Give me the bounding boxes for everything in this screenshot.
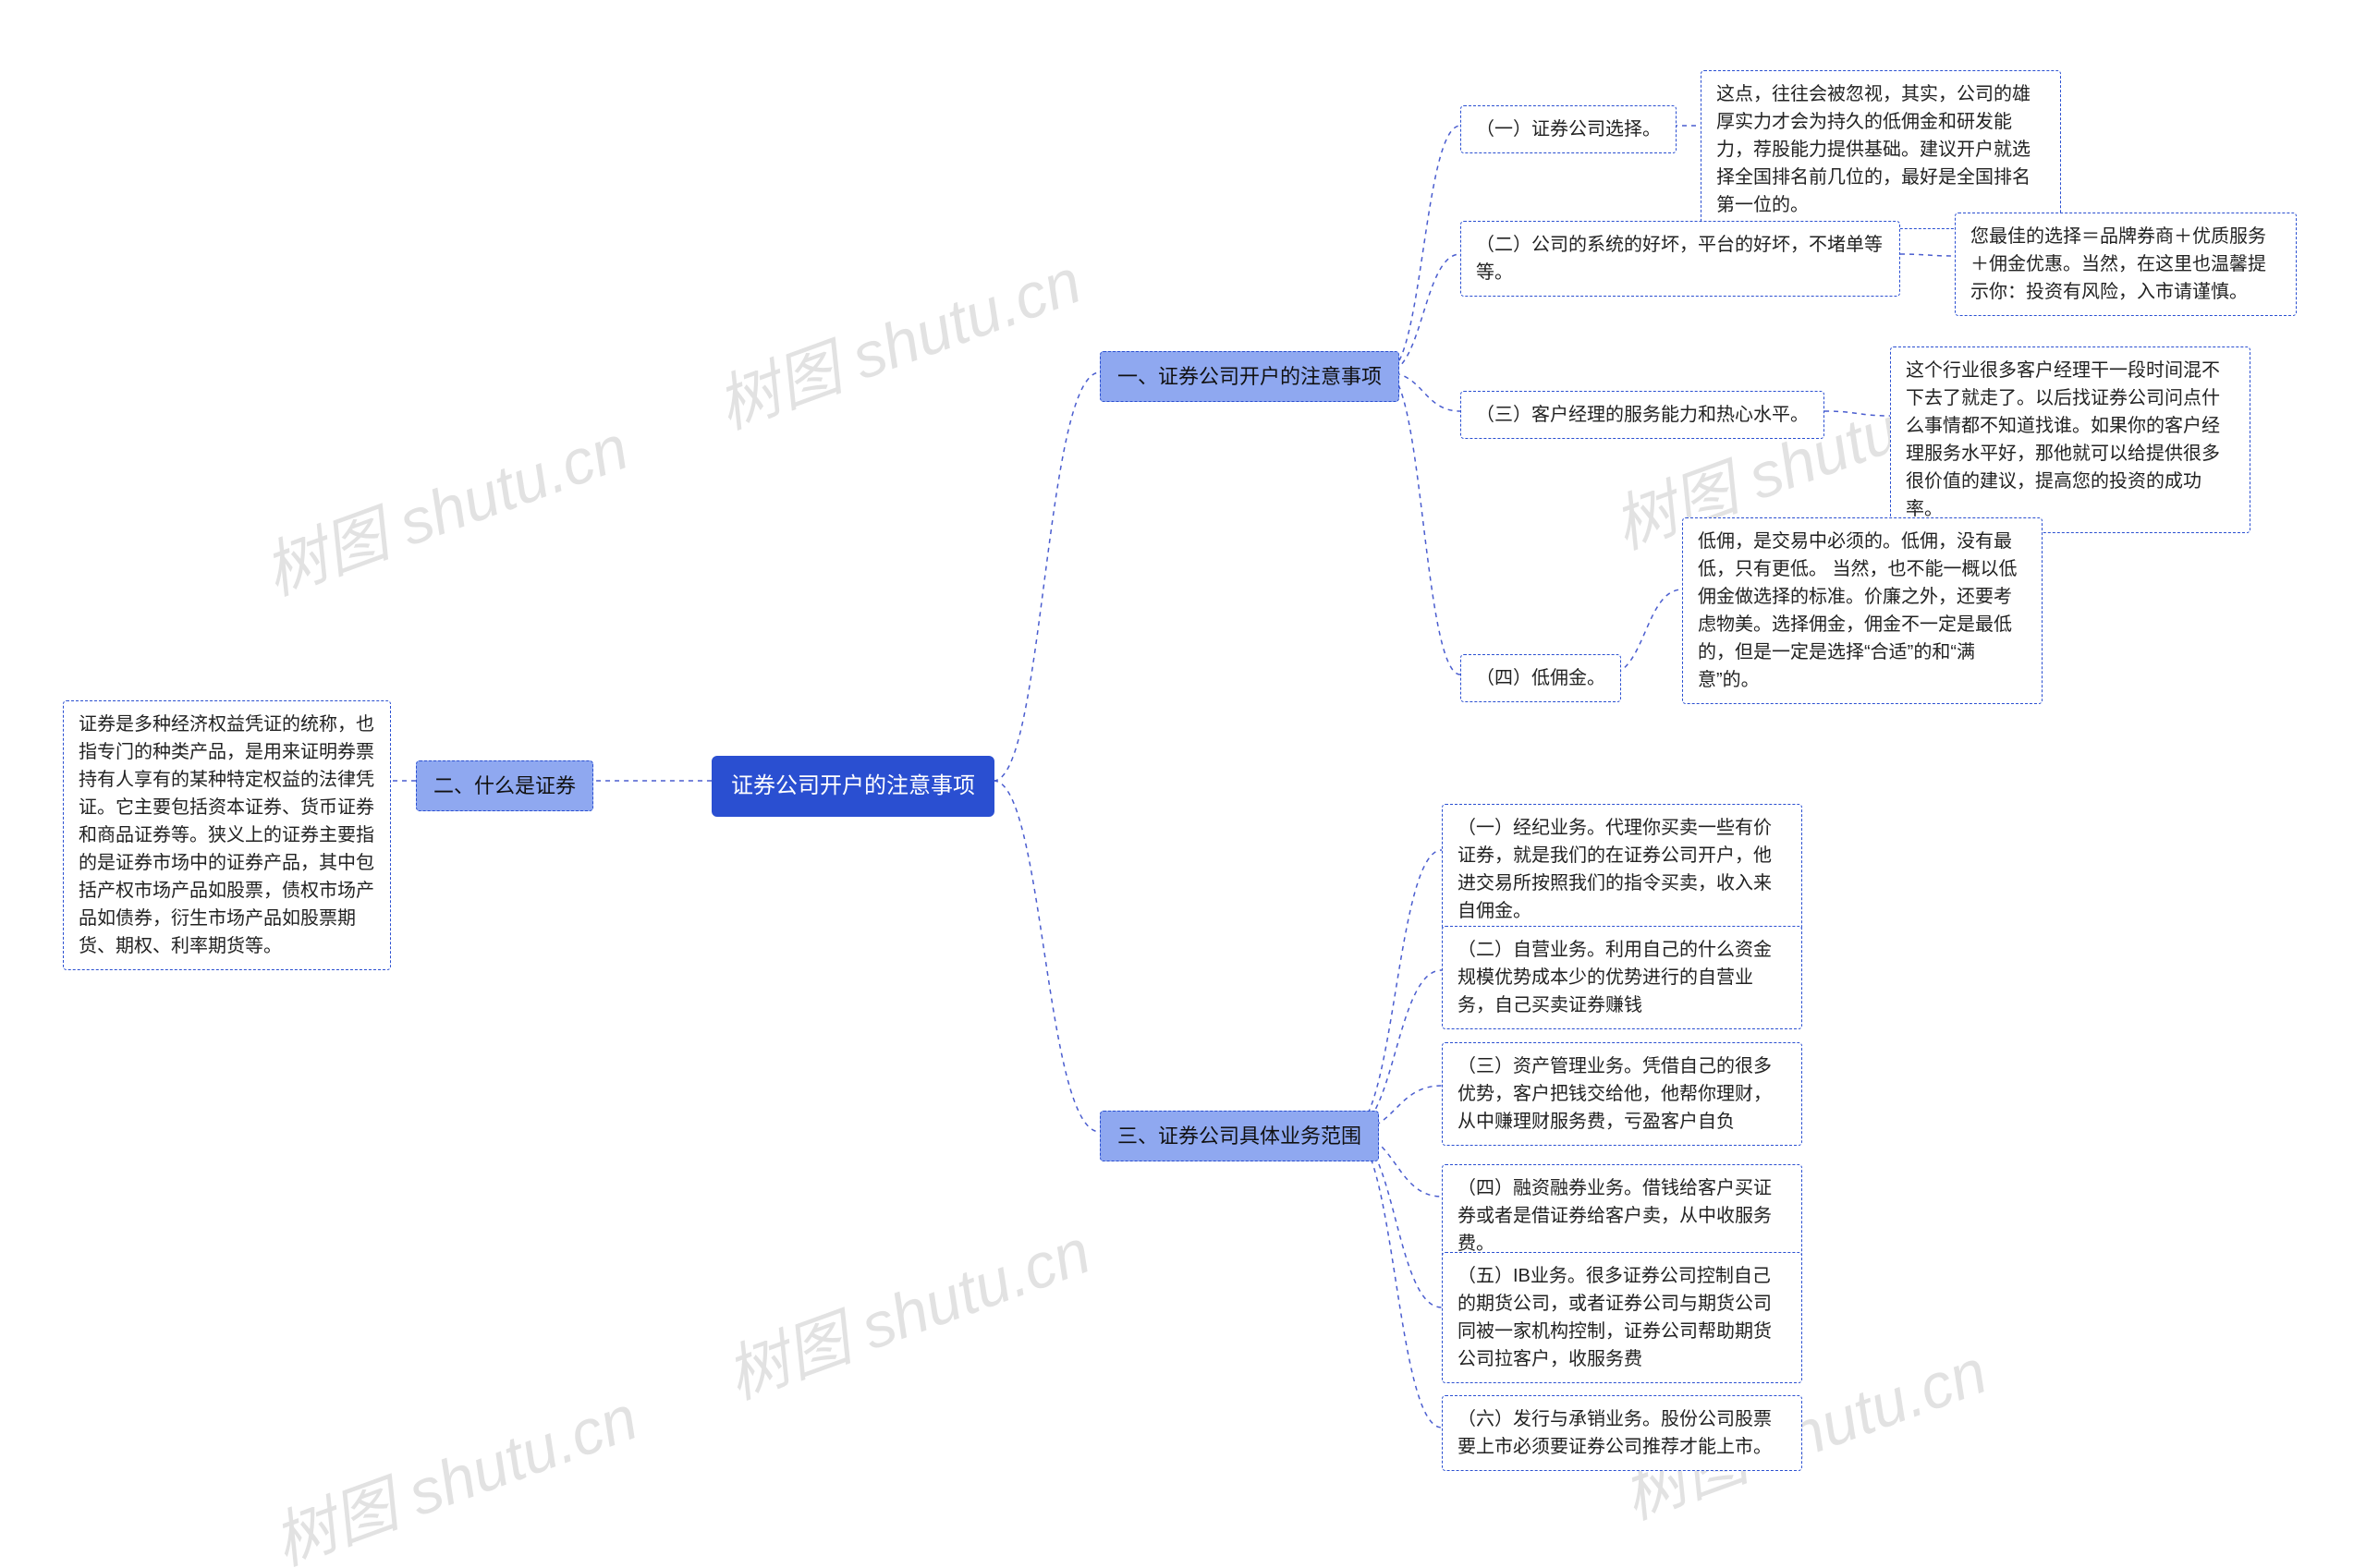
left-leaf-text: 证券是多种经济权益凭证的统称，也指专门的种类产品，是用来证明券票持有人享有的某种… <box>79 714 374 956</box>
section2-child3[interactable]: （三）资产管理业务。凭借自己的很多优势，客户把钱交给他，他帮你理财，从中赚理财服… <box>1442 1042 1802 1146</box>
section2-child2[interactable]: （二）自营业务。利用自己的什么资金规模优势成本少的优势进行的自营业务，自己买卖证… <box>1442 926 1802 1029</box>
node-text: （六）发行与承销业务。股份公司股票要上市必须要证券公司推荐才能上市。 <box>1457 1409 1772 1457</box>
section2-child5[interactable]: （五）IB业务。很多证券公司控制自己的期货公司，或者证券公司与期货公司同被一家机… <box>1442 1252 1802 1383</box>
section1-child3-detail[interactable]: 这个行业很多客户经理干一段时间混不下去了就走了。以后找证券公司问点什么事情都不知… <box>1890 346 2250 533</box>
section2-main-label: 三、证券公司具体业务范围 <box>1117 1124 1361 1148</box>
node-text: （二）公司的系统的好坏，平台的好坏，不堵单等等。 <box>1476 235 1883 283</box>
node-text: 这个行业很多客户经理干一段时间混不下去了就走了。以后找证券公司问点什么事情都不知… <box>1906 360 2220 519</box>
section1-child4-label[interactable]: （四）低佣金。 <box>1460 654 1621 702</box>
section1-main-label: 一、证券公司开户的注意事项 <box>1117 365 1382 388</box>
node-text: （一）证券公司选择。 <box>1476 119 1661 140</box>
left-main-label: 二、什么是证券 <box>433 774 576 797</box>
section1-child4-detail[interactable]: 低佣，是交易中必须的。低佣，没有最低，只有更低。 当然，也不能一概以低佣金做选择… <box>1682 517 2043 704</box>
root-node[interactable]: 证券公司开户的注意事项 <box>712 756 994 817</box>
watermark: 树图 shutu.cn <box>712 1200 1101 1416</box>
watermark: 树图 shutu.cn <box>702 230 1092 446</box>
watermark: 树图 shutu.cn <box>250 396 639 613</box>
section1-child2-label[interactable]: （二）公司的系统的好坏，平台的好坏，不堵单等等。 <box>1460 221 1900 297</box>
node-text: （二）自营业务。利用自己的什么资金规模优势成本少的优势进行的自营业务，自己买卖证… <box>1457 940 1772 1015</box>
left-leaf-node[interactable]: 证券是多种经济权益凭证的统称，也指专门的种类产品，是用来证明券票持有人享有的某种… <box>63 700 391 970</box>
node-text: （三）客户经理的服务能力和热心水平。 <box>1476 405 1809 425</box>
section2-child1[interactable]: （一）经纪业务。代理你买卖一些有价证券，就是我们的在证券公司开户，他进交易所按照… <box>1442 804 1802 935</box>
node-text: 低佣，是交易中必须的。低佣，没有最低，只有更低。 当然，也不能一概以低佣金做选择… <box>1698 531 2018 690</box>
section1-child1-label[interactable]: （一）证券公司选择。 <box>1460 105 1677 153</box>
node-text: （三）资产管理业务。凭借自己的很多优势，客户把钱交给他，他帮你理财，从中赚理财服… <box>1457 1056 1772 1132</box>
root-label: 证券公司开户的注意事项 <box>731 773 975 798</box>
section2-main-node[interactable]: 三、证券公司具体业务范围 <box>1100 1111 1379 1161</box>
left-main-node[interactable]: 二、什么是证券 <box>416 760 593 811</box>
node-text: （五）IB业务。很多证券公司控制自己的期货公司，或者证券公司与期货公司同被一家机… <box>1457 1266 1772 1369</box>
section1-child3-label[interactable]: （三）客户经理的服务能力和热心水平。 <box>1460 391 1824 439</box>
node-text: （一）经纪业务。代理你买卖一些有价证券，就是我们的在证券公司开户，他进交易所按照… <box>1457 818 1772 921</box>
section1-child1-detail[interactable]: 这点，往往会被忽视，其实，公司的雄厚实力才会为持久的低佣金和研发能力，荐股能力提… <box>1701 70 2061 229</box>
section1-child2-detail[interactable]: 您最佳的选择＝品牌券商＋优质服务＋佣金优惠。当然，在这里也温馨提示你：投资有风险… <box>1955 213 2297 316</box>
section2-child6[interactable]: （六）发行与承销业务。股份公司股票要上市必须要证券公司推荐才能上市。 <box>1442 1395 1802 1471</box>
node-text: （四）低佣金。 <box>1476 668 1605 688</box>
watermark: 树图 shutu.cn <box>259 1367 648 1568</box>
node-text: 这点，往往会被忽视，其实，公司的雄厚实力才会为持久的低佣金和研发能力，荐股能力提… <box>1716 84 2031 215</box>
section1-main-node[interactable]: 一、证券公司开户的注意事项 <box>1100 351 1399 402</box>
node-text: 您最佳的选择＝品牌券商＋优质服务＋佣金优惠。当然，在这里也温馨提示你：投资有风险… <box>1970 226 2266 302</box>
node-text: （四）融资融券业务。借钱给客户买证券或者是借证券给客户卖，从中收服务费。 <box>1457 1178 1772 1254</box>
